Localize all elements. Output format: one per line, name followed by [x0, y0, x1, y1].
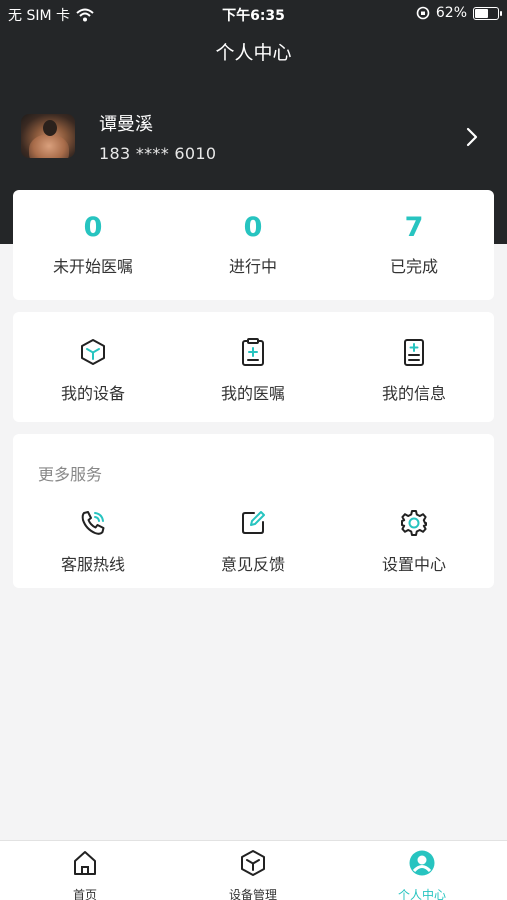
gear-icon [401, 510, 427, 536]
document-plus-icon [404, 339, 424, 366]
my-devices-button[interactable]: 我的设备 [13, 337, 173, 404]
feedback-button[interactable]: 意见反馈 [173, 508, 333, 575]
user-icon [409, 850, 435, 876]
my-devices-label: 我的设备 [60, 384, 125, 403]
feedback-label: 意见反馈 [220, 555, 285, 574]
tab-home[interactable]: 首页 [0, 849, 170, 900]
battery-percent: 62% [435, 5, 467, 21]
my-orders-button[interactable]: 我的医嘱 [173, 337, 333, 404]
customer-hotline-button[interactable]: 客服热线 [13, 508, 173, 575]
tab-home-label: 首页 [72, 888, 97, 900]
stat-value: 0 [83, 212, 103, 243]
stat-completed[interactable]: 7 已完成 [334, 212, 494, 277]
my-orders-label: 我的医嘱 [220, 384, 285, 403]
order-stats-card: 0 未开始医嘱 0 进行中 7 已完成 [13, 190, 494, 300]
orientation-lock-icon [416, 6, 430, 20]
settings-label: 设置中心 [381, 555, 446, 574]
tab-device-management[interactable]: 设备管理 [168, 849, 338, 900]
tab-personal-center-label: 个人中心 [397, 888, 446, 900]
stat-label: 未开始医嘱 [52, 257, 133, 276]
chevron-right-icon[interactable] [464, 126, 480, 148]
profile-row[interactable]: 谭曼溪 183 **** 6010 [0, 104, 507, 172]
stat-value: 7 [404, 212, 424, 243]
phone-icon [81, 511, 105, 535]
avatar[interactable] [21, 114, 75, 158]
settings-button[interactable]: 设置中心 [334, 508, 494, 575]
status-right: 62% [416, 5, 502, 21]
my-info-label: 我的信息 [381, 384, 446, 403]
customer-hotline-label: 客服热线 [60, 555, 125, 574]
stat-label: 已完成 [389, 257, 438, 276]
user-name: 谭曼溪 [99, 114, 153, 135]
cube-icon [241, 850, 265, 876]
page-title: 个人中心 [215, 42, 292, 64]
stat-value: 0 [243, 212, 263, 243]
edit-icon [242, 511, 265, 534]
stat-in-progress[interactable]: 0 进行中 [173, 212, 333, 277]
status-bar: 无 SIM 卡 下午6:35 62% [0, 0, 507, 28]
tab-personal-center[interactable]: 个人中心 [337, 849, 507, 900]
battery-fill [475, 8, 489, 18]
more-services-title: 更多服务 [38, 465, 103, 484]
tab-device-management-label: 设备管理 [228, 888, 277, 900]
stat-not-started[interactable]: 0 未开始医嘱 [13, 212, 173, 277]
battery-icon [473, 6, 502, 20]
clipboard-plus-icon [242, 338, 264, 366]
bottom-tab-bar: 首页 设备管理 个人中心 [0, 840, 507, 900]
more-services-card: 更多服务 客服热线 意见反馈 设置中心 [13, 434, 494, 588]
home-icon [74, 851, 96, 875]
stat-label: 进行中 [228, 257, 277, 276]
user-phone: 183 **** 6010 [99, 144, 217, 163]
my-info-button[interactable]: 我的信息 [334, 337, 494, 404]
cube-icon [81, 339, 105, 365]
services-card: 我的设备 我的医嘱 我的信息 [13, 312, 494, 422]
